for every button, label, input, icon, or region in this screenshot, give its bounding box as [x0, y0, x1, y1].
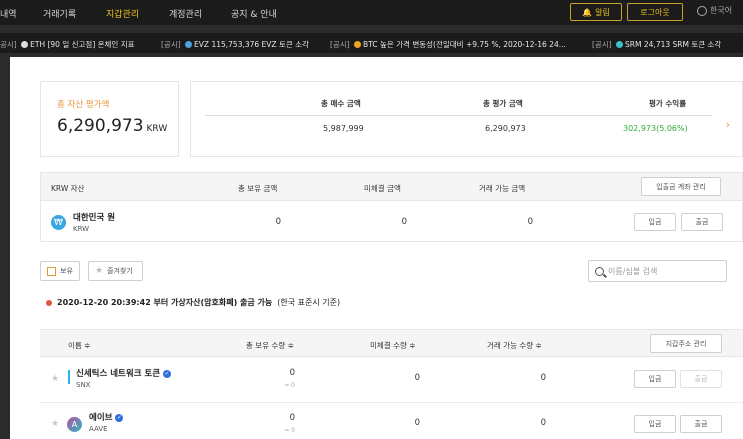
favorites-toggle[interactable]: ★ 즐겨찾기 — [88, 261, 143, 281]
krw-total-value: 0 — [275, 217, 281, 227]
coin-symbol: SNX — [76, 381, 91, 389]
evz-icon — [185, 41, 193, 48]
news-ticker: 공시] ETH [90 일 신고점] 온체인 지표 [공시] EVZ 115,7… — [0, 33, 743, 53]
withdraw-button[interactable]: 출금 — [680, 370, 722, 388]
coin-name: 신세틱스 네트워크 토큰 ✓ — [76, 369, 172, 379]
krw-pending-header: 미체결 금액 — [364, 184, 401, 193]
coin-total-header[interactable]: 총 보유 수량 ≑ — [246, 340, 294, 351]
row-divider — [40, 402, 743, 403]
srm-icon — [616, 41, 624, 48]
verified-icon: ✓ — [115, 414, 124, 422]
krw-asset-header: KRW 자산 — [51, 184, 85, 193]
total-eval-value: 6,290,973 — [485, 124, 526, 133]
coin-table-header: 이름 ≑ 총 보유 수량 ≑ 미체결 수량 ≑ 거래 가능 수량 ≑ 지갑주소 … — [40, 329, 743, 357]
account-manage-button[interactable]: 입출금 계좌 관리 — [641, 177, 721, 196]
profit-rate-value: 302,973(5.06%) — [623, 124, 688, 133]
search-input[interactable] — [608, 266, 718, 276]
holdings-toggle[interactable]: 보유 — [40, 261, 80, 281]
alert-label: 알림 — [595, 7, 610, 17]
star-icon[interactable]: ★ — [51, 374, 59, 384]
wallet-panel: 총 자산 평가액 6,290,973 KRW 총 매수 금액 총 평가 금액 평가… — [10, 57, 743, 439]
ticker-item[interactable]: [공시] BTC 높은 가격 변동성(전일대비 +9.75 %, 2020-12… — [330, 39, 566, 50]
total-buy-header: 총 매수 금액 — [321, 99, 361, 108]
chevron-right-icon[interactable]: › — [726, 118, 730, 131]
bell-icon: 🔔 — [582, 7, 593, 17]
search-box[interactable] — [588, 260, 727, 282]
verified-icon: ✓ — [163, 370, 172, 378]
star-icon[interactable]: ★ — [51, 419, 59, 429]
krw-asset-symbol: KRW — [73, 225, 90, 233]
btc-icon — [354, 41, 362, 48]
coin-available: 0 — [540, 418, 546, 428]
profit-rate-header: 평가 수익률 — [649, 99, 687, 108]
krw-available-value: 0 — [527, 217, 533, 227]
deposit-button[interactable]: 입금 — [634, 415, 676, 433]
star-icon: ★ — [95, 266, 104, 276]
coin-pending-header[interactable]: 미체결 수량 ≑ — [370, 340, 416, 351]
krw-asset-name: 대한민국 원 — [73, 213, 116, 223]
eth-icon — [21, 41, 29, 48]
nav-history[interactable]: 내역 — [0, 7, 17, 20]
total-assets-label: 총 자산 평가액 — [57, 100, 110, 110]
deposit-button[interactable]: 입금 — [634, 370, 676, 388]
coin-pending: 0 — [414, 373, 420, 383]
language-selector[interactable]: 한국어 — [697, 5, 732, 16]
coin-total: 0 — [289, 368, 295, 378]
coin-available: 0 — [540, 373, 546, 383]
withdraw-notice: 2020-12-20 20:39:42 부터 가상자산(암호화폐) 출금 가능 … — [46, 297, 340, 308]
krw-withdraw-button[interactable]: 출금 — [681, 213, 723, 231]
coin-symbol: AAVE — [89, 425, 108, 433]
summary-card: 총 매수 금액 총 평가 금액 평가 수익률 5,987,999 6,290,9… — [190, 81, 743, 157]
checkbox-icon — [47, 266, 56, 276]
krw-table-header: KRW 자산 총 보유 금액 미체결 금액 거래 가능 금액 입출금 계좌 관리 — [41, 173, 742, 201]
top-nav: 내역 거래기록 지갑관리 계정관리 공지 & 안내 🔔 알림 로그아웃 한국어 — [0, 0, 743, 25]
nav-account[interactable]: 계정관리 — [169, 7, 202, 20]
logout-button[interactable]: 로그아웃 — [627, 3, 683, 21]
coin-pending: 0 — [414, 418, 420, 428]
coin-total-krw: ≈ 0 — [284, 382, 295, 389]
total-eval-header: 총 평가 금액 — [483, 99, 523, 108]
nav-notice[interactable]: 공지 & 안내 — [231, 7, 277, 20]
aave-icon: A — [67, 417, 82, 432]
alert-button[interactable]: 🔔 알림 — [570, 3, 622, 21]
coin-available-header[interactable]: 거래 가능 수량 ≑ — [487, 340, 542, 351]
coin-total: 0 — [289, 413, 295, 423]
ticker-item[interactable]: 공시] ETH [90 일 신고점] 온체인 지표 — [0, 39, 135, 50]
nav-trade-history[interactable]: 거래기록 — [43, 7, 76, 20]
krw-coin-icon: ₩ — [51, 215, 66, 230]
total-assets-card: 총 자산 평가액 6,290,973 KRW — [40, 81, 179, 157]
coin-total-krw: ≈ 0 — [284, 427, 295, 434]
search-icon — [595, 266, 604, 276]
nav-wallet[interactable]: 지갑관리 — [106, 7, 139, 20]
krw-deposit-button[interactable]: 입금 — [634, 213, 676, 231]
notice-dot-icon — [46, 299, 52, 306]
divider — [205, 115, 712, 116]
total-assets-value: 6,290,973 KRW — [57, 116, 168, 136]
ticker-item[interactable]: [공시] EVZ 115,753,376 EVZ 토큰 소각 — [161, 39, 309, 50]
wallet-address-button[interactable]: 지갑주소 관리 — [650, 334, 722, 353]
krw-total-header: 총 보유 금액 — [238, 184, 278, 193]
coin-name-header[interactable]: 이름 ≑ — [68, 340, 90, 351]
language-label: 한국어 — [710, 6, 733, 15]
krw-assets-card: KRW 자산 총 보유 금액 미체결 금액 거래 가능 금액 입출금 계좌 관리… — [40, 172, 743, 242]
coin-name: 에이브 ✓ — [89, 413, 124, 423]
krw-pending-value: 0 — [401, 217, 407, 227]
total-buy-value: 5,987,999 — [323, 124, 364, 133]
withdraw-button[interactable]: 출금 — [680, 415, 722, 433]
krw-available-header: 거래 가능 금액 — [479, 184, 526, 193]
ticker-item[interactable]: [공시] SRM 24,713 SRM 토큰 소각 — [592, 39, 721, 50]
globe-icon — [697, 5, 707, 16]
snx-icon — [68, 370, 70, 384]
